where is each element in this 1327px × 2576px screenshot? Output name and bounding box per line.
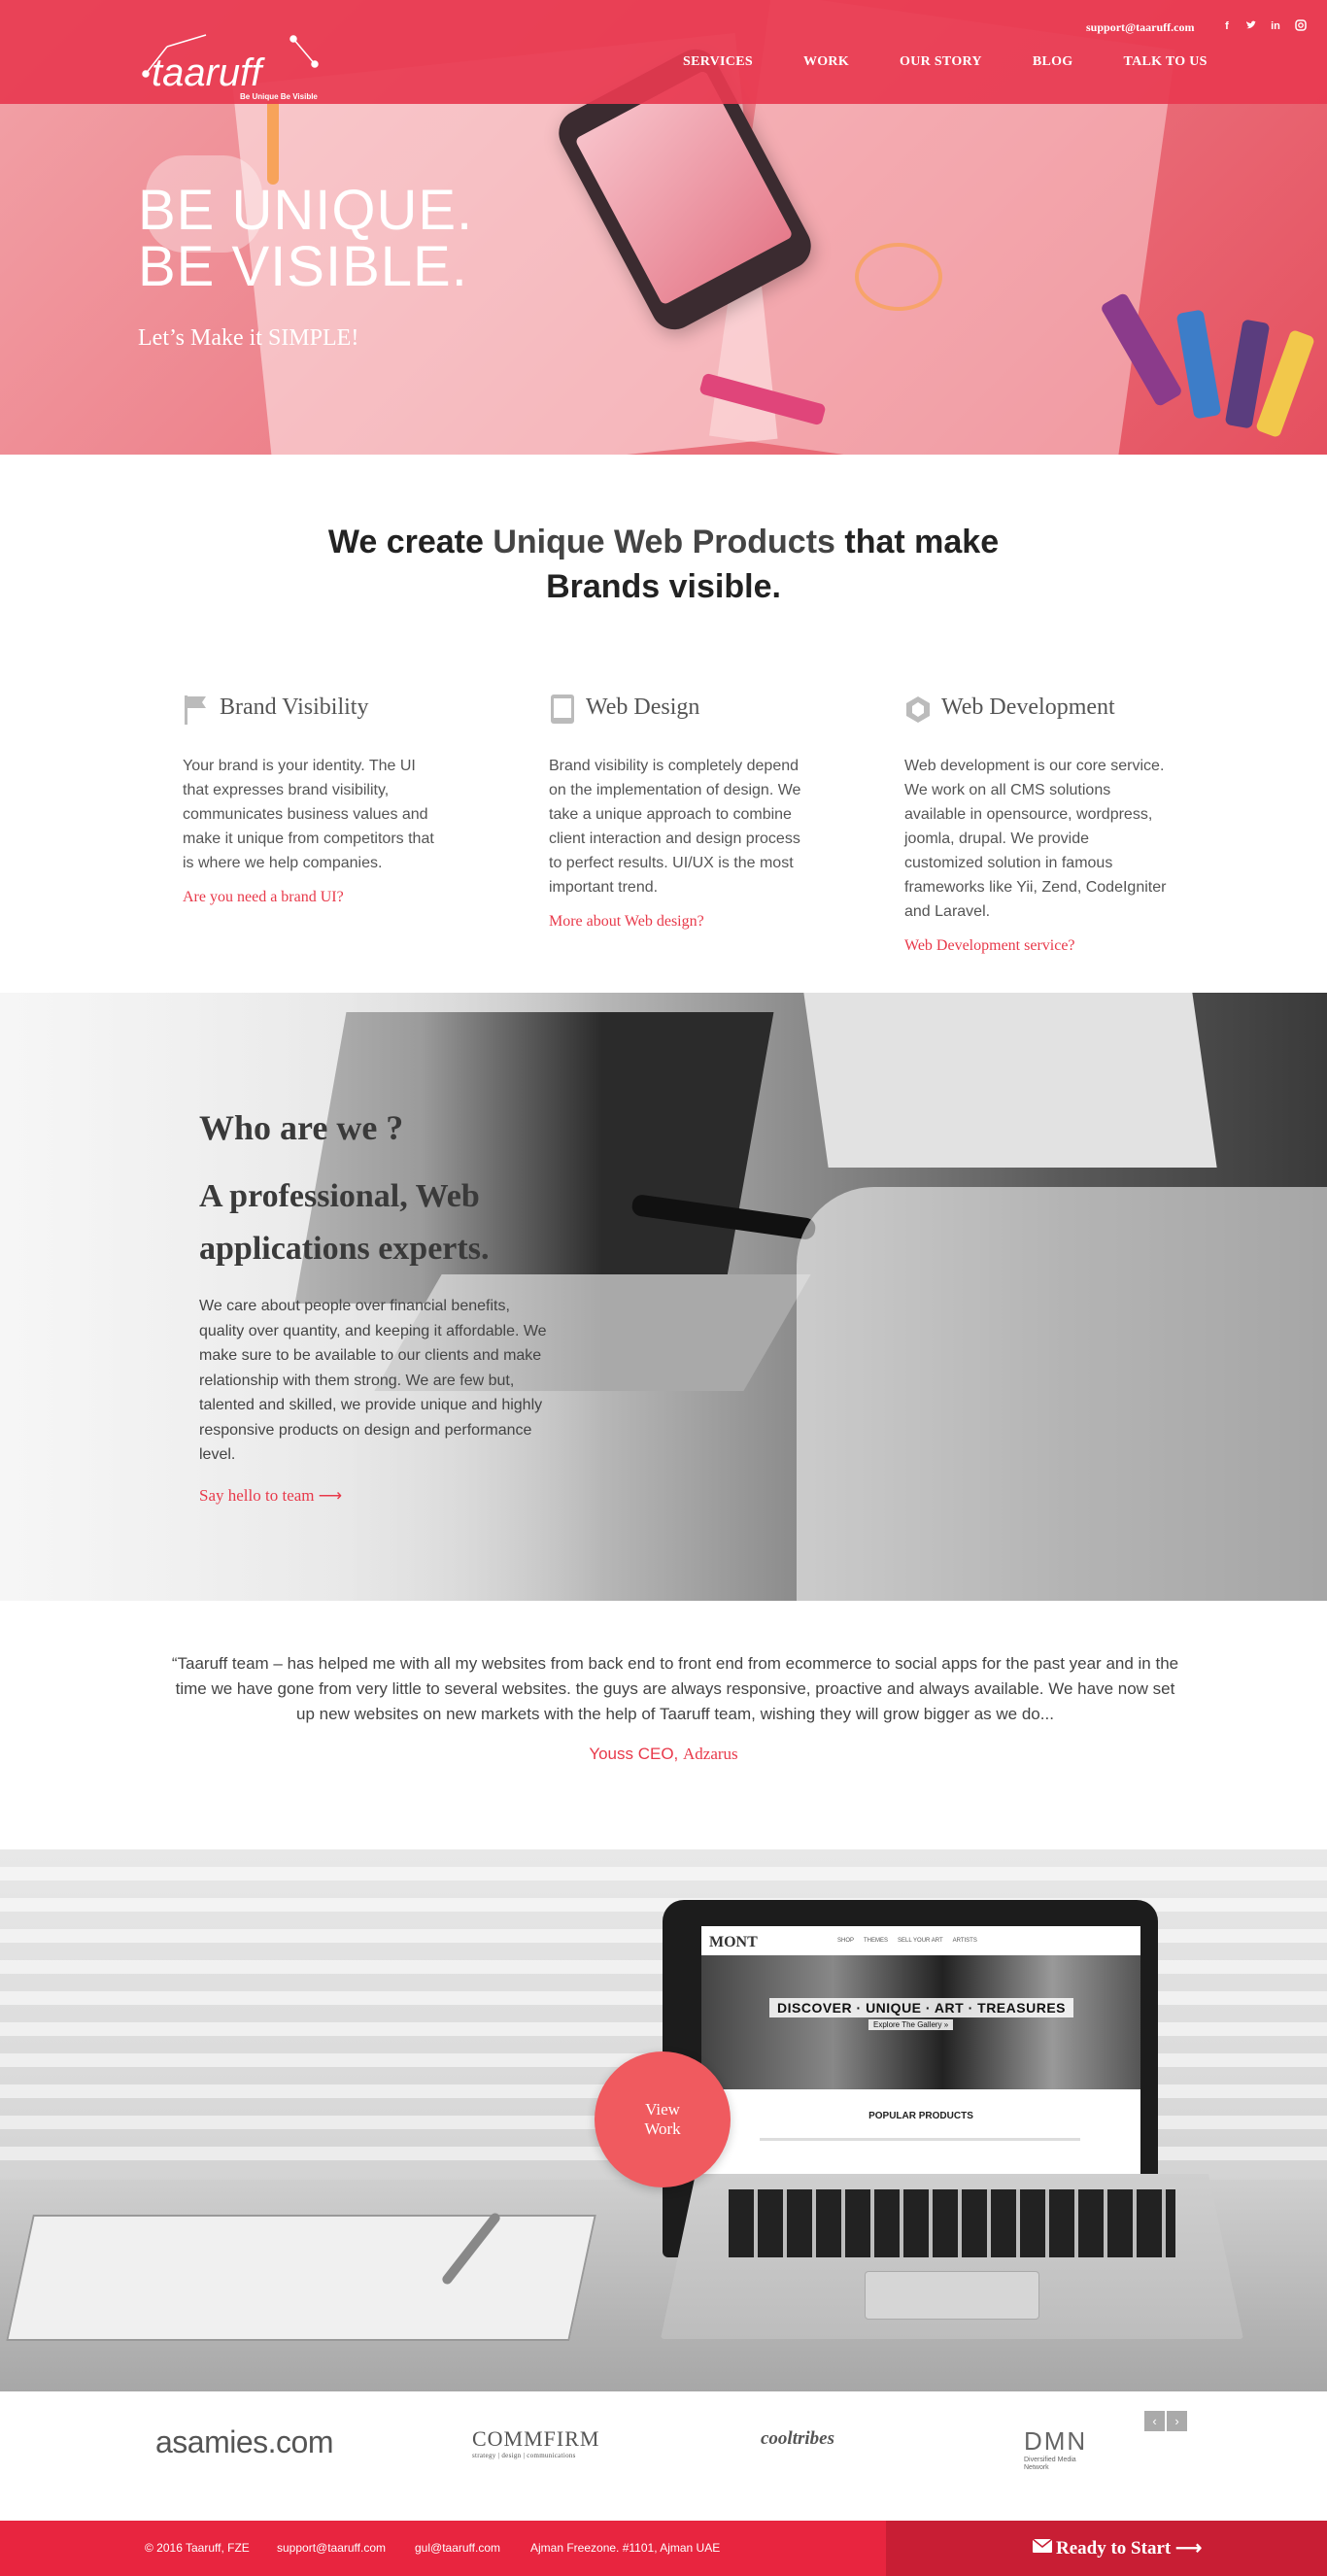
nav-our-story[interactable]: OUR STORY — [900, 54, 982, 70]
feature-body: Your brand is your identity. The UI that… — [183, 758, 434, 871]
testimonial-quote: “Taaruff team – has helped me with all m… — [171, 1654, 1179, 1723]
view-work-line2: Work — [644, 2119, 681, 2138]
client-logo-text: DMN — [1024, 2426, 1088, 2456]
tablet-icon — [549, 694, 576, 725]
client-logo-text: .com — [267, 2424, 334, 2459]
feature-web-design: Web Design Brand visibility is completel… — [549, 690, 811, 931]
twitter-icon[interactable] — [1244, 19, 1258, 33]
facebook-icon[interactable]: f — [1220, 19, 1234, 33]
nav-work[interactable]: WORK — [803, 54, 849, 70]
view-work-line1: View — [645, 2100, 680, 2118]
hero-marker-decoration — [1175, 309, 1222, 420]
hero-circle-decoration — [855, 243, 942, 311]
feature-link[interactable]: Web Development service? — [904, 937, 1167, 955]
background-arm-image — [797, 1187, 1327, 1601]
hero-subtitle: Let’s Make it SIMPLE! — [138, 325, 359, 351]
laptop-keyboard-image — [661, 2174, 1243, 2339]
intro-bold: Unique Web Products — [493, 524, 835, 560]
who-subtitle: A professional, Web applications experts… — [199, 1178, 490, 1267]
feature-title: Web Development — [941, 695, 1115, 720]
screen-nav-item: ARTISTS — [952, 1938, 977, 1944]
ready-to-start-label: Ready to Start ⟶ — [1056, 2538, 1203, 2559]
nav-blog[interactable]: BLOG — [1033, 54, 1073, 70]
view-work-button[interactable]: View Work — [595, 2051, 731, 2187]
client-logo-subtext: Diversified Media Network — [1024, 2457, 1076, 2471]
clients-next-button[interactable]: › — [1167, 2411, 1187, 2431]
taaruff-logo[interactable]: taaruff Be Unique Be Visible — [138, 27, 332, 105]
flag-icon — [183, 694, 210, 725]
screen-banner-title: DISCOVER · UNIQUE · ART · TREASURES — [769, 1998, 1073, 2017]
feature-link[interactable]: Are you need a brand UI? — [183, 889, 445, 906]
who-title: Who are we ? — [199, 1108, 404, 1147]
who-body: We care about people over financial bene… — [199, 1298, 547, 1463]
intro-line2: Brands visible. — [546, 568, 781, 605]
intro-pre: We create — [327, 524, 493, 560]
footer-copyright: © 2016 Taaruff, FZE — [145, 2541, 250, 2555]
keyboard-keys — [729, 2189, 1175, 2257]
client-logo-commfirm: COMMFIRM strategy | design | communicati… — [472, 2426, 599, 2459]
feature-body: Web development is our core service. We … — [904, 758, 1167, 920]
svg-text:Be Unique Be Visible: Be Unique Be Visible — [240, 92, 318, 101]
envelope-icon — [1032, 2538, 1053, 2558]
screen-banner-subtitle: Explore The Gallery » — [868, 2019, 954, 2030]
testimonial-author-name: Youss CEO, — [589, 1745, 684, 1763]
screen-section-title: POPULAR PRODUCTS — [868, 2111, 973, 2121]
nav-talk-to-us[interactable]: TALK TO US — [1124, 54, 1208, 70]
footer-email-support[interactable]: support@taaruff.com — [277, 2541, 386, 2555]
client-logo-subtext: strategy | design | communications — [472, 2452, 576, 2459]
footer-address: Ajman Freezone. #1101, Ajman UAE — [530, 2541, 721, 2555]
clients-prev-button[interactable]: ‹ — [1144, 2411, 1165, 2431]
feature-title: Web Design — [586, 695, 700, 720]
testimonial-author: Youss CEO, Adzarus — [0, 1745, 1327, 1764]
screen-nav-item: THEMES — [864, 1938, 889, 1944]
svg-text:taaruff: taaruff — [152, 51, 265, 94]
trackpad — [865, 2271, 1039, 2320]
hero-pencil-decoration — [267, 97, 279, 185]
client-logo-text: COMMFIRM — [472, 2426, 600, 2451]
hero-heading-line1: BE UNIQUE. — [138, 179, 474, 242]
feature-body: Brand visibility is completely depend on… — [549, 758, 801, 896]
laptop-screen: MONT SHOP THEMES SELL YOUR ART ARTISTS D… — [701, 1926, 1140, 2174]
feature-link[interactable]: More about Web design? — [549, 913, 811, 931]
client-logo-cooltribes: cooltribes — [761, 2428, 834, 2449]
background-laptop-image — [803, 993, 1217, 1168]
client-logo-dmn: DMN Diversified Media Network — [1024, 2426, 1092, 2472]
linkedin-icon[interactable]: in — [1269, 19, 1282, 33]
feature-title: Brand Visibility — [220, 695, 369, 720]
feature-web-development: Web Development Web development is our c… — [904, 690, 1167, 955]
screen-nav-item: SELL YOUR ART — [898, 1938, 943, 1944]
notebook-image — [6, 2215, 596, 2341]
main-nav: SERVICES WORK OUR STORY BLOG TALK TO US — [683, 54, 1258, 70]
hero-heading: BE UNIQUE. BE VISIBLE. — [138, 183, 473, 295]
nav-services[interactable]: SERVICES — [683, 54, 753, 70]
screen-text-line — [760, 2138, 1080, 2141]
client-logo-asamies: asamies.com — [155, 2424, 334, 2460]
footer-email-gul[interactable]: gul@taaruff.com — [415, 2541, 500, 2555]
screen-nav-item: SHOP — [837, 1938, 855, 1944]
client-logo-text: asamies — [155, 2424, 268, 2459]
window-blind — [0, 1867, 1327, 1881]
hexagon-icon — [904, 694, 932, 725]
header-email-link[interactable]: support@taaruff.com — [1086, 20, 1195, 35]
instagram-icon[interactable] — [1294, 19, 1308, 33]
screen-brand: MONT — [709, 1934, 758, 1950]
intro-post: that make — [834, 524, 1000, 560]
screen-nav: SHOP THEMES SELL YOUR ART ARTISTS — [837, 1938, 977, 1944]
testimonial-company: Adzarus — [683, 1745, 738, 1763]
hero-section: taaruff Be Unique Be Visible SERVICES WO… — [0, 0, 1327, 455]
screen-hero-banner: DISCOVER · UNIQUE · ART · TREASURES Expl… — [701, 1955, 1140, 2089]
feature-brand-visibility: Brand Visibility Your brand is your iden… — [183, 690, 445, 906]
say-hello-link[interactable]: Say hello to team ⟶ — [199, 1486, 342, 1506]
intro-heading: We create Unique Web Products that make … — [0, 520, 1327, 609]
hero-heading-line2: BE VISIBLE. — [138, 235, 468, 298]
